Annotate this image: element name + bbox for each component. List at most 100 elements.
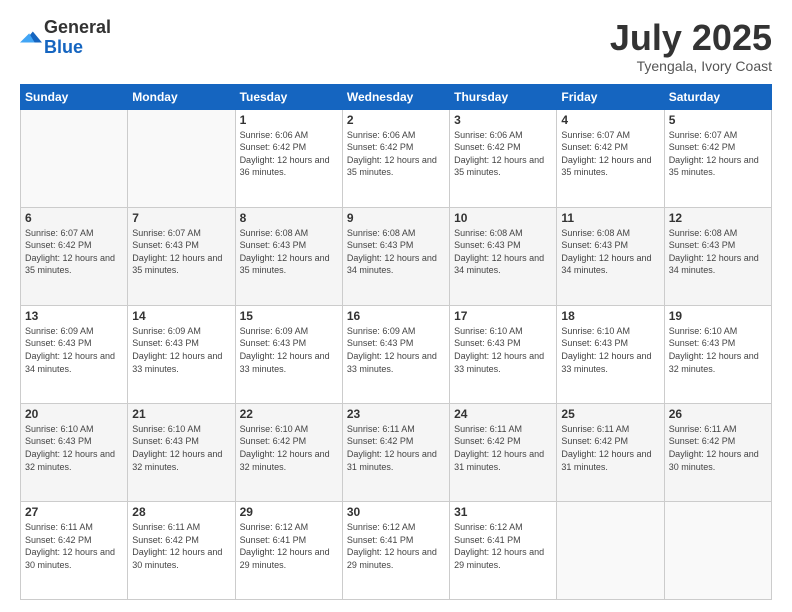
col-sunday: Sunday [21, 84, 128, 109]
table-row: 30 Sunrise: 6:12 AM Sunset: 6:41 PM Dayli… [342, 501, 449, 599]
day-info: Sunrise: 6:09 AM Sunset: 6:43 PM Dayligh… [240, 325, 338, 375]
table-row: 21Sunrise: 6:10 AM Sunset: 6:43 PM Dayli… [128, 403, 235, 501]
logo-icon [20, 26, 42, 48]
calendar-table: Sunday Monday Tuesday Wednesday Thursday… [20, 84, 772, 600]
col-thursday: Thursday [450, 84, 557, 109]
day-info: Sunrise: 6:12 AM Sunset: 6:41 PM Dayligh… [240, 521, 338, 571]
table-row: 31 Sunrise: 6:12 AM Sunset: 6:41 PM Dayli… [450, 501, 557, 599]
day-info: Sunrise: 6:10 AM Sunset: 6:42 PM Dayligh… [240, 423, 338, 473]
col-saturday: Saturday [664, 84, 771, 109]
day-info: Sunrise: 6:08 AM Sunset: 6:43 PM Dayligh… [454, 227, 552, 277]
table-row: 14 Sunrise: 6:09 AM Sunset: 6:43 PM Dayli… [128, 305, 235, 403]
day-number: 12 [669, 211, 767, 225]
day-info: Sunrise: 6:09 AM Sunset: 6:43 PM Dayligh… [132, 325, 230, 375]
table-row: 28Sunrise: 6:11 AM Sunset: 6:42 PM Dayli… [128, 501, 235, 599]
day-info: Sunrise: 6:07 AM Sunset: 6:42 PM Dayligh… [669, 129, 767, 179]
day-number: 6 [25, 211, 123, 225]
table-row: 23 Sunrise: 6:11 AM Sunset: 6:42 PM Dayli… [342, 403, 449, 501]
day-info: Sunrise: 6:08 AM Sunset: 6:43 PM Dayligh… [240, 227, 338, 277]
col-tuesday: Tuesday [235, 84, 342, 109]
day-info: Sunrise: 6:11 AM Sunset: 6:42 PM Dayligh… [561, 423, 659, 473]
day-number: 31 [454, 505, 552, 519]
day-number: 29 [240, 505, 338, 519]
table-row [664, 501, 771, 599]
day-info: Sunrise: 6:12 AM Sunset: 6:41 PM Dayligh… [347, 521, 445, 571]
day-number: 13 [25, 309, 123, 323]
day-info: Sunrise: 6:07 AM Sunset: 6:42 PM Dayligh… [561, 129, 659, 179]
day-number: 14 [132, 309, 230, 323]
calendar-header-row: Sunday Monday Tuesday Wednesday Thursday… [21, 84, 772, 109]
day-info: Sunrise: 6:06 AM Sunset: 6:42 PM Dayligh… [454, 129, 552, 179]
day-number: 25 [561, 407, 659, 421]
day-number: 24 [454, 407, 552, 421]
day-info: Sunrise: 6:10 AM Sunset: 6:43 PM Dayligh… [454, 325, 552, 375]
day-number: 4 [561, 113, 659, 127]
table-row: 29 Sunrise: 6:12 AM Sunset: 6:41 PM Dayli… [235, 501, 342, 599]
day-info: Sunrise: 6:08 AM Sunset: 6:43 PM Dayligh… [347, 227, 445, 277]
day-number: 17 [454, 309, 552, 323]
day-info: Sunrise: 6:11 AM Sunset: 6:42 PM Dayligh… [669, 423, 767, 473]
day-info: Sunrise: 6:08 AM Sunset: 6:43 PM Dayligh… [669, 227, 767, 277]
table-row: 8 Sunrise: 6:08 AM Sunset: 6:43 PM Daylig… [235, 207, 342, 305]
day-info: Sunrise: 6:11 AM Sunset: 6:42 PM Dayligh… [132, 521, 230, 571]
calendar-week-row: 1 Sunrise: 6:06 AM Sunset: 6:42 PM Daylig… [21, 109, 772, 207]
day-number: 10 [454, 211, 552, 225]
day-number: 11 [561, 211, 659, 225]
table-row: 13 Sunrise: 6:09 AM Sunset: 6:43 PM Dayli… [21, 305, 128, 403]
day-info: Sunrise: 6:11 AM Sunset: 6:42 PM Dayligh… [25, 521, 123, 571]
table-row: 7 Sunrise: 6:07 AM Sunset: 6:43 PM Daylig… [128, 207, 235, 305]
day-info: Sunrise: 6:09 AM Sunset: 6:43 PM Dayligh… [347, 325, 445, 375]
header: General Blue July 2025 Tyengala, Ivory C… [20, 18, 772, 74]
day-info: Sunrise: 6:10 AM Sunset: 6:43 PM Dayligh… [561, 325, 659, 375]
table-row: 18 Sunrise: 6:10 AM Sunset: 6:43 PM Dayli… [557, 305, 664, 403]
table-row: 20 Sunrise: 6:10 AM Sunset: 6:43 PM Dayli… [21, 403, 128, 501]
table-row [128, 109, 235, 207]
day-number: 22 [240, 407, 338, 421]
calendar-week-row: 20 Sunrise: 6:10 AM Sunset: 6:43 PM Dayli… [21, 403, 772, 501]
table-row: 19Sunrise: 6:10 AM Sunset: 6:43 PM Dayli… [664, 305, 771, 403]
day-number: 8 [240, 211, 338, 225]
day-number: 9 [347, 211, 445, 225]
page: General Blue July 2025 Tyengala, Ivory C… [0, 0, 792, 612]
table-row: 17 Sunrise: 6:10 AM Sunset: 6:43 PM Dayli… [450, 305, 557, 403]
table-row: 9 Sunrise: 6:08 AM Sunset: 6:43 PM Daylig… [342, 207, 449, 305]
table-row: 4 Sunrise: 6:07 AM Sunset: 6:42 PM Daylig… [557, 109, 664, 207]
day-number: 15 [240, 309, 338, 323]
day-info: Sunrise: 6:09 AM Sunset: 6:43 PM Dayligh… [25, 325, 123, 375]
day-number: 2 [347, 113, 445, 127]
table-row: 2 Sunrise: 6:06 AM Sunset: 6:42 PM Daylig… [342, 109, 449, 207]
day-number: 1 [240, 113, 338, 127]
logo-blue-text: Blue [44, 37, 83, 57]
day-info: Sunrise: 6:10 AM Sunset: 6:43 PM Dayligh… [25, 423, 123, 473]
day-info: Sunrise: 6:06 AM Sunset: 6:42 PM Dayligh… [347, 129, 445, 179]
day-number: 3 [454, 113, 552, 127]
table-row: 22 Sunrise: 6:10 AM Sunset: 6:42 PM Dayli… [235, 403, 342, 501]
table-row: 10 Sunrise: 6:08 AM Sunset: 6:43 PM Dayli… [450, 207, 557, 305]
day-number: 20 [25, 407, 123, 421]
day-number: 16 [347, 309, 445, 323]
day-info: Sunrise: 6:12 AM Sunset: 6:41 PM Dayligh… [454, 521, 552, 571]
calendar-week-row: 27 Sunrise: 6:11 AM Sunset: 6:42 PM Dayli… [21, 501, 772, 599]
day-number: 27 [25, 505, 123, 519]
table-row: 16 Sunrise: 6:09 AM Sunset: 6:43 PM Dayli… [342, 305, 449, 403]
day-number: 18 [561, 309, 659, 323]
table-row: 11Sunrise: 6:08 AM Sunset: 6:43 PM Dayli… [557, 207, 664, 305]
day-number: 7 [132, 211, 230, 225]
col-wednesday: Wednesday [342, 84, 449, 109]
day-number: 23 [347, 407, 445, 421]
month-title: July 2025 [610, 18, 772, 58]
table-row [557, 501, 664, 599]
day-number: 26 [669, 407, 767, 421]
title-block: July 2025 Tyengala, Ivory Coast [610, 18, 772, 74]
table-row: 24Sunrise: 6:11 AM Sunset: 6:42 PM Dayli… [450, 403, 557, 501]
location: Tyengala, Ivory Coast [610, 58, 772, 74]
day-info: Sunrise: 6:07 AM Sunset: 6:43 PM Dayligh… [132, 227, 230, 277]
col-friday: Friday [557, 84, 664, 109]
logo: General Blue [20, 18, 111, 58]
day-number: 5 [669, 113, 767, 127]
calendar-week-row: 13 Sunrise: 6:09 AM Sunset: 6:43 PM Dayli… [21, 305, 772, 403]
day-info: Sunrise: 6:11 AM Sunset: 6:42 PM Dayligh… [347, 423, 445, 473]
day-number: 30 [347, 505, 445, 519]
day-number: 19 [669, 309, 767, 323]
table-row: 6Sunrise: 6:07 AM Sunset: 6:42 PM Daylig… [21, 207, 128, 305]
